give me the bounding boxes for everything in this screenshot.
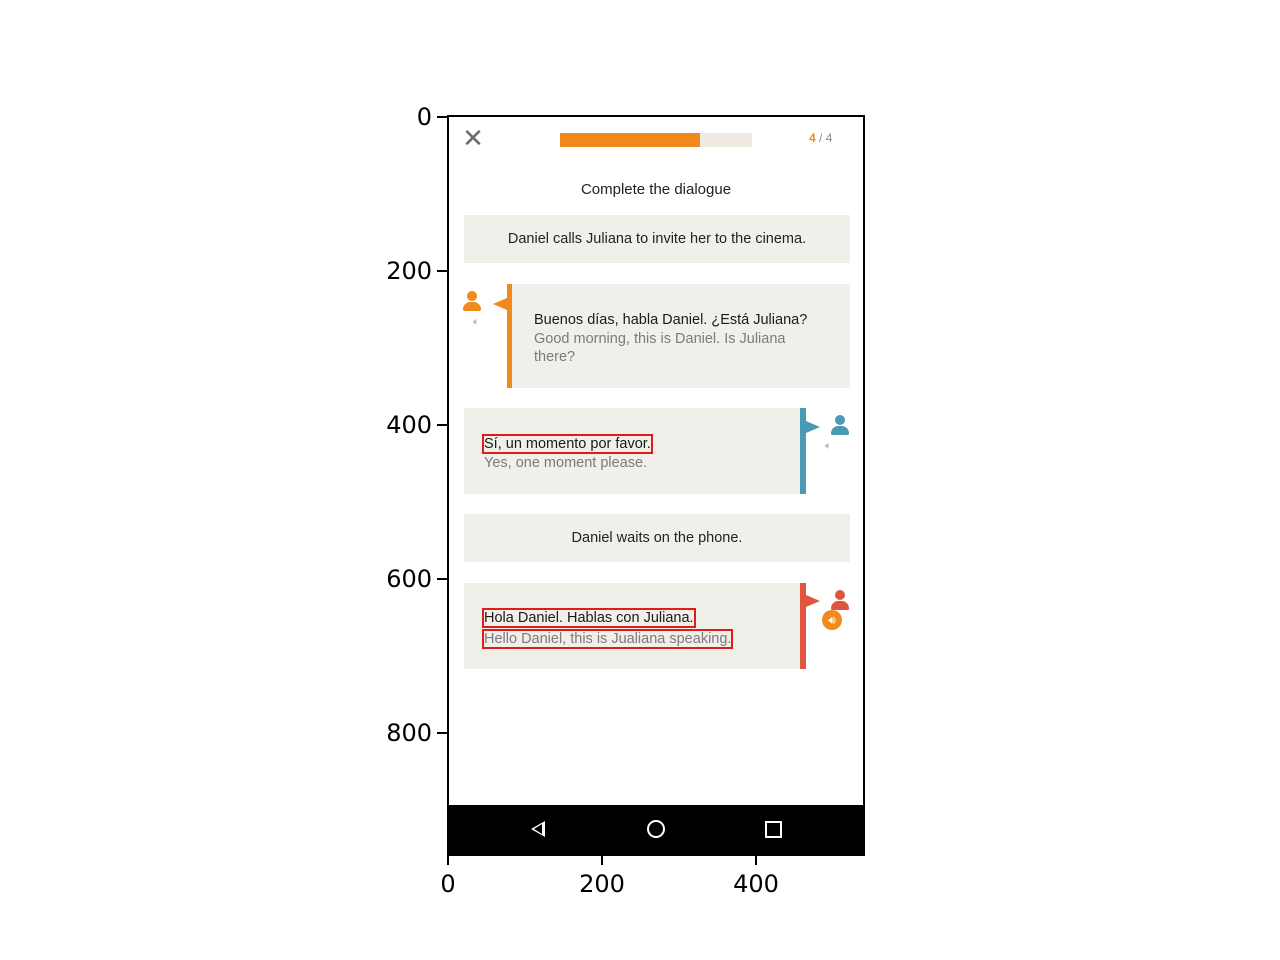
y-tick: [437, 116, 447, 118]
highlighted-spanish: Sí, un momento por favor.: [482, 434, 653, 454]
exercise-instruction: Complete the dialogue: [580, 181, 732, 198]
dialogue-spanish: Sí, un momento por favor.: [482, 434, 653, 454]
progress-fill: [560, 133, 701, 147]
speaker-avatar-icon: [461, 291, 483, 313]
y-tick-label: 800: [386, 719, 432, 747]
bubble-accent-bar: [507, 284, 512, 388]
dialogue-english: Yes, one moment please.: [484, 455, 648, 471]
back-triangle-icon[interactable]: [531, 821, 545, 837]
highlighted-english: Hello Daniel, this is Jualiana speaking.: [481, 629, 734, 649]
progress-separator: /: [815, 131, 826, 145]
speaker-avatar-icon: [829, 590, 851, 612]
avatar-head: [835, 415, 845, 425]
speaker-avatar-icon: [829, 415, 851, 437]
progress-counter: 4 / 4: [809, 131, 832, 145]
progress-current: 4: [809, 131, 816, 145]
home-circle-icon[interactable]: [647, 820, 665, 838]
recent-apps-square-icon[interactable]: [765, 821, 782, 838]
bubble-pointer: [493, 298, 507, 310]
avatar-head: [467, 291, 477, 301]
avatar-head: [835, 590, 845, 600]
avatar-body: [463, 302, 481, 311]
narration-card: Daniel calls Juliana to invite her to th…: [464, 215, 850, 263]
y-tick: [437, 424, 447, 426]
dialogue-spanish: Buenos días, habla Daniel. ¿Está Juliana…: [534, 312, 808, 328]
y-tick-label: 200: [386, 257, 432, 285]
dialogue-bubble-1[interactable]: Buenos días, habla Daniel. ¿Está Juliana…: [507, 284, 850, 388]
x-tick-label: 400: [733, 870, 779, 898]
speaker-playing-icon[interactable]: 🔊︎: [822, 610, 842, 630]
app-screen: ✕ 4 / 4 Complete the dialogue Daniel cal…: [449, 117, 863, 854]
bubble-pointer: [806, 595, 820, 607]
progress-total: 4: [825, 131, 833, 145]
avatar-body: [831, 426, 849, 435]
dialogue-english: Hello Daniel, this is Jualiana speaking.: [481, 629, 784, 649]
x-tick: [755, 855, 757, 865]
y-tick: [437, 578, 447, 580]
x-tick-label: 0: [440, 870, 456, 898]
y-tick-label: 600: [386, 565, 432, 593]
bubble-text: Buenos días, habla Daniel. ¿Está Juliana…: [534, 311, 824, 366]
android-nav-bar: [449, 805, 863, 854]
x-tick: [447, 855, 449, 865]
y-tick-label: 0: [416, 103, 432, 131]
y-tick-label: 400: [386, 411, 432, 439]
dialogue-bubble-3[interactable]: Hola Daniel. Hablas con Juliana. Hello D…: [464, 583, 806, 669]
bubble-text: Hola Daniel. Hablas con Juliana. Hello D…: [481, 608, 784, 649]
bubble-text: Sí, un momento por favor. Yes, one momen…: [482, 434, 784, 472]
avatar-body: [831, 601, 849, 610]
dialogue-spanish: Hola Daniel. Hablas con Juliana.: [482, 608, 784, 628]
highlighted-spanish: Hola Daniel. Hablas con Juliana.: [482, 608, 696, 628]
speaker-icon[interactable]: 🔈︎: [473, 315, 480, 329]
phone-screen: ✕ 4 / 4 Complete the dialogue Daniel cal…: [447, 115, 865, 856]
speaker-icon[interactable]: 🔈︎: [825, 439, 832, 453]
dialogue-english: Good morning, this is Daniel. Is Juliana…: [534, 331, 786, 365]
x-tick: [601, 855, 603, 865]
y-tick: [437, 732, 447, 734]
dialogue-bubble-2[interactable]: Sí, un momento por favor. Yes, one momen…: [464, 408, 806, 494]
close-icon[interactable]: ✕: [461, 126, 485, 152]
progress-bar: [560, 133, 752, 147]
y-tick: [437, 270, 447, 272]
bubble-pointer: [806, 421, 820, 433]
narration-card: Daniel waits on the phone.: [464, 514, 850, 562]
x-tick-label: 200: [579, 870, 625, 898]
